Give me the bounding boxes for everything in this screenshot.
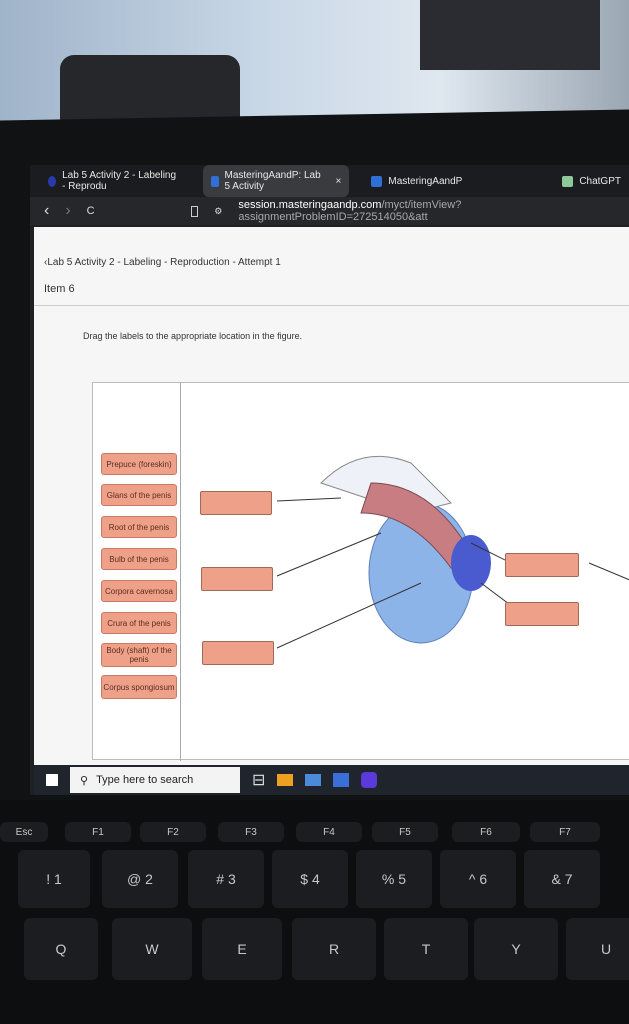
tab-mastering-lab5[interactable]: MasteringAandP: Lab 5 Activity ×: [202, 165, 350, 197]
key-number: 7: [564, 871, 573, 887]
store-icon[interactable]: [333, 773, 350, 787]
background-monitor: [420, 0, 600, 70]
drag-label[interactable]: Corpora cavernosa: [101, 580, 177, 602]
key-number: 3: [227, 871, 236, 887]
tab-chatgpt[interactable]: ChatGPT: [554, 171, 629, 192]
laptop-keyboard: Esc F1 F2 F3 F4 F5 F6 F7 ! 1 @ 2 # 3 $ 4…: [0, 800, 629, 1024]
key-e[interactable]: E: [202, 918, 282, 980]
back-button[interactable]: ‹: [44, 202, 49, 220]
label-bank: Prepuce (foreskin) Glans of the penis Ro…: [93, 383, 181, 761]
tab-label: MasteringAandP: Lab 5 Activity: [224, 170, 321, 192]
key-1[interactable]: ! 1: [18, 850, 90, 908]
key-symbol: #: [216, 871, 225, 887]
drag-label[interactable]: Glans of the penis: [101, 484, 177, 506]
key-5[interactable]: % 5: [356, 850, 432, 908]
key-f4[interactable]: F4: [296, 822, 362, 842]
brave-icon[interactable]: [361, 772, 378, 788]
drag-label[interactable]: Prepuce (foreskin): [101, 453, 177, 475]
tab-mastering[interactable]: MasteringAandP: [363, 171, 470, 192]
task-view-icon[interactable]: ⊟: [252, 770, 265, 790]
key-t[interactable]: T: [384, 918, 468, 980]
search-icon: ⚲: [80, 774, 89, 787]
key-u[interactable]: U: [566, 918, 629, 980]
key-number: 4: [311, 871, 320, 887]
address-bar-row: ‹ › C ⚙ session.masteringaandp.com/myct/…: [30, 197, 629, 225]
site-icon: [48, 175, 57, 187]
drop-target[interactable]: [505, 602, 579, 626]
key-symbol: $: [300, 871, 309, 887]
key-f7[interactable]: F7: [530, 822, 600, 842]
key-number: 5: [398, 871, 407, 887]
key-number: 1: [53, 871, 62, 887]
drop-target[interactable]: [202, 641, 274, 665]
key-f2[interactable]: F2: [140, 822, 206, 842]
mail-icon[interactable]: [277, 774, 294, 786]
key-q[interactable]: Q: [24, 918, 98, 980]
forward-button[interactable]: ›: [65, 202, 70, 220]
key-6[interactable]: ^ 6: [440, 850, 516, 908]
tab-label: Lab 5 Activity 2 - Labeling - Reprodu: [62, 170, 177, 192]
drop-target[interactable]: [201, 567, 273, 591]
key-f1[interactable]: F1: [65, 822, 131, 842]
drop-target[interactable]: [505, 553, 579, 577]
key-esc[interactable]: Esc: [0, 822, 48, 842]
key-number: 6: [479, 871, 488, 887]
page-content: ‹Lab 5 Activity 2 - Labeling - Reproduct…: [34, 227, 629, 765]
reload-button[interactable]: C: [87, 205, 95, 217]
laptop-screen: Lab 5 Activity 2 - Labeling - Reprodu Ma…: [30, 165, 629, 795]
drag-label[interactable]: Body (shaft) of the penis: [101, 643, 177, 667]
file-explorer-icon[interactable]: [305, 774, 322, 786]
drag-label[interactable]: Root of the penis: [101, 516, 177, 538]
tab-label: ChatGPT: [579, 175, 621, 187]
key-3[interactable]: # 3: [188, 850, 264, 908]
key-symbol: &: [551, 871, 561, 887]
key-4[interactable]: $ 4: [272, 850, 348, 908]
key-symbol: ^: [468, 871, 476, 887]
tab-bar: Lab 5 Activity 2 - Labeling - Reprodu Ma…: [30, 165, 629, 197]
instruction-text: Drag the labels to the appropriate locat…: [83, 331, 303, 341]
mastering-icon: [371, 175, 383, 187]
key-2[interactable]: @ 2: [102, 850, 178, 908]
key-symbol: @: [127, 871, 142, 887]
tab-label: MasteringAandP: [388, 175, 463, 187]
bookmark-icon[interactable]: [190, 205, 199, 217]
url-host: session.masteringaandp.com: [238, 199, 382, 211]
search-placeholder: Type here to search: [96, 774, 194, 786]
drag-label[interactable]: Corpus spongiosum: [101, 675, 177, 699]
windows-taskbar: ⚲ Type here to search ⊟: [34, 765, 629, 795]
key-f6[interactable]: F6: [452, 822, 520, 842]
key-number: 2: [145, 871, 153, 887]
breadcrumb[interactable]: ‹Lab 5 Activity 2 - Labeling - Reproduct…: [44, 257, 281, 268]
key-symbol: %: [381, 871, 395, 887]
mastering-icon: [210, 175, 219, 187]
key-w[interactable]: W: [112, 918, 192, 980]
key-7[interactable]: & 7: [524, 850, 600, 908]
key-symbol: !: [46, 871, 51, 887]
divider: [34, 305, 629, 306]
key-f5[interactable]: F5: [372, 822, 438, 842]
drop-target[interactable]: [200, 491, 272, 515]
key-y[interactable]: Y: [474, 918, 558, 980]
drag-label[interactable]: Bulb of the penis: [101, 548, 177, 570]
close-tab-icon[interactable]: ×: [336, 176, 342, 187]
site-settings-icon[interactable]: ⚙: [214, 206, 222, 217]
labeling-figure: Prepuce (foreskin) Glans of the penis Ro…: [92, 382, 629, 761]
item-title: Item 6: [44, 283, 75, 295]
key-f3[interactable]: F3: [218, 822, 284, 842]
drag-label[interactable]: Crura of the penis: [101, 612, 177, 634]
tab-lab5[interactable]: Lab 5 Activity 2 - Labeling - Reprodu: [40, 165, 189, 197]
chatgpt-icon: [562, 175, 574, 187]
windows-start-icon[interactable]: [46, 774, 58, 786]
taskbar-search[interactable]: ⚲ Type here to search: [70, 767, 240, 793]
url-field[interactable]: session.masteringaandp.com/myct/itemView…: [238, 199, 629, 223]
key-r[interactable]: R: [292, 918, 376, 980]
